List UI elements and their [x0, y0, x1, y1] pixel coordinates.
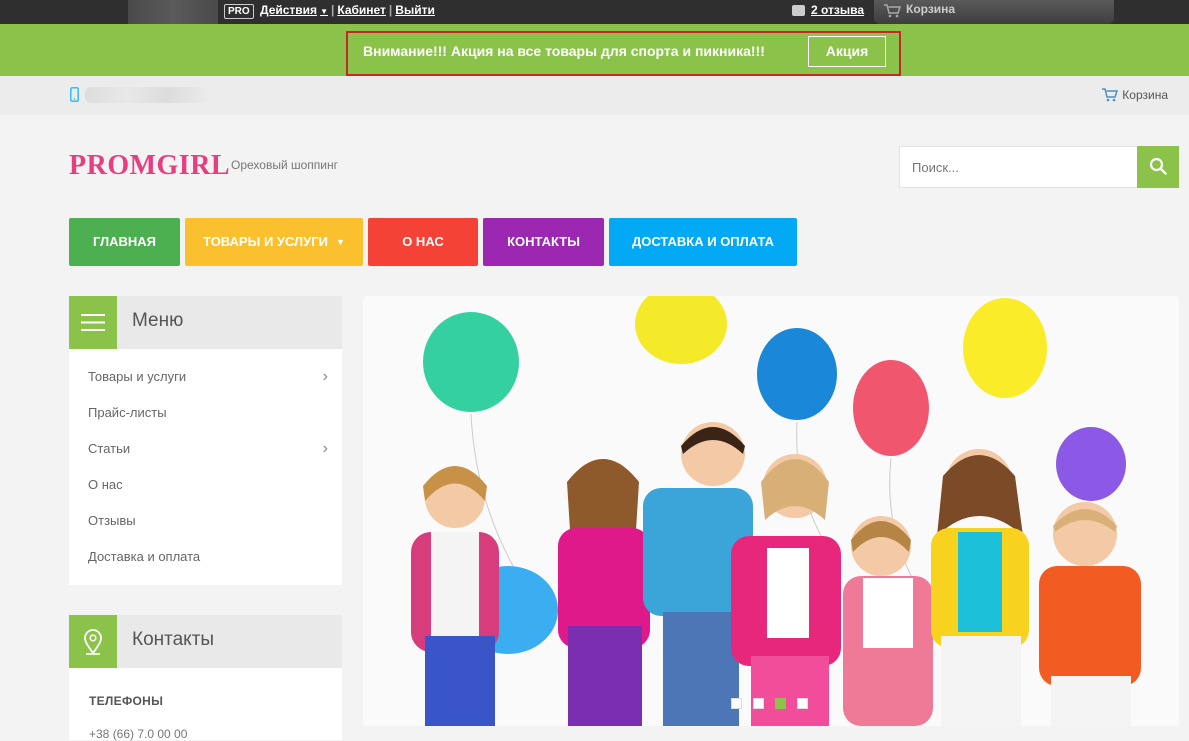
sidebar-item-delivery[interactable]: Доставка и оплата — [69, 539, 342, 575]
sidebar-item-label: Прайс-листы — [88, 405, 167, 420]
sidebar-item-label: Статьи — [88, 441, 131, 456]
logout-link[interactable]: Выйти — [395, 3, 435, 17]
chevron-right-icon: › — [322, 368, 328, 385]
sidebar-contacts-title: Контакты — [132, 629, 215, 650]
nav-contacts[interactable]: КОНТАКТЫ — [483, 218, 604, 266]
actions-menu-link[interactable]: Действия ▼ — [260, 3, 328, 17]
promo-text: Внимание!!! Акция на все товары для спор… — [363, 43, 765, 59]
sidebar-item-label: Товары и услуги — [88, 369, 187, 384]
site-tagline: Ореховый шоппинг — [231, 158, 338, 172]
search-icon — [1149, 157, 1167, 175]
admin-cart-button[interactable]: Корзина — [874, 0, 1114, 24]
promo-bar: Внимание!!! Акция на все товары для спор… — [0, 24, 1189, 76]
reviews-link[interactable]: 2 отзыва — [811, 3, 864, 17]
admin-bar: PRO Действия ▼ | Кабинет | Выйти 2 отзыва Кор… — [0, 0, 1189, 24]
sidebar-menu-list: Товары и услуги › Прайс-листы Статьи › О н… — [69, 349, 342, 575]
phone-icon — [70, 87, 79, 102]
slider-dot-1[interactable] — [731, 698, 742, 709]
sidebar-contacts-header: Контакты — [69, 615, 342, 668]
promo-button[interactable]: Акция — [808, 36, 886, 67]
actions-label: Действия — [260, 3, 318, 17]
sidebar-menu-panel: Меню Товары и услуги › Прайс-листы Статьи… — [69, 296, 342, 585]
sidebar-item-pricelists[interactable]: Прайс-листы — [69, 395, 342, 431]
nav-delivery-label: ДОСТАВКА И ОПЛАТА — [631, 234, 775, 249]
sidebar-item-label: Доставка и оплата — [88, 549, 201, 564]
sidebar-menu-title: Меню — [132, 310, 184, 331]
nav-home-label: ГЛАВНАЯ — [92, 234, 157, 249]
chevron-right-icon: › — [322, 440, 328, 457]
nav-home[interactable]: ГЛАВНАЯ — [69, 218, 180, 266]
admin-logo-blurred — [128, 0, 218, 24]
admin-links: Действия ▼ | Кабинет | Выйти — [260, 3, 435, 17]
promo-box: Внимание!!! Акция на все товары для спор… — [346, 31, 901, 76]
sidebar-item-reviews[interactable]: Отзывы — [69, 503, 342, 539]
search-button[interactable] — [1137, 146, 1179, 188]
sidebar-item-articles[interactable]: Статьи › — [69, 431, 342, 467]
nav-products-label: ТОВАРЫ И УСЛУГИ — [203, 234, 328, 249]
pro-badge: PRO — [224, 4, 254, 19]
location-pin-icon — [69, 615, 117, 668]
nav-about-label: О НАС — [402, 234, 444, 249]
nav-products[interactable]: ТОВАРЫ И УСЛУГИ ▼ — [185, 218, 363, 266]
header-cart-link[interactable]: Корзина — [1102, 88, 1168, 102]
hamburger-icon[interactable] — [69, 296, 117, 349]
header-cart-label: Корзина — [1122, 88, 1168, 102]
sidebar-item-products[interactable]: Товары и услуги › — [69, 359, 342, 395]
contact-strip: Корзина — [0, 76, 1189, 115]
hero-image — [363, 296, 1179, 726]
admin-cart-label: Корзина — [906, 2, 956, 16]
hero-slider[interactable] — [363, 296, 1179, 726]
sidebar-item-label: О нас — [88, 477, 123, 492]
reviews-block: 2 отзыва — [792, 3, 864, 17]
comment-icon — [792, 5, 805, 16]
sidebar-item-label: Отзывы — [88, 513, 136, 528]
cabinet-link[interactable]: Кабинет — [337, 3, 386, 17]
nav-delivery[interactable]: ДОСТАВКА И ОПЛАТА — [609, 218, 797, 266]
slider-dots — [731, 696, 819, 714]
sidebar-contacts-panel: Контакты ТЕЛЕФОНЫ +38 (66) 7.0 00 00 — [69, 615, 342, 741]
nav-contacts-label: КОНТАКТЫ — [507, 234, 580, 249]
site-logo[interactable]: PROMGIRL — [69, 150, 230, 182]
chevron-down-icon: ▼ — [335, 237, 345, 247]
sidebar-item-about[interactable]: О нас — [69, 467, 342, 503]
phones-heading: ТЕЛЕФОНЫ — [89, 694, 164, 708]
slider-dot-2[interactable] — [753, 698, 764, 709]
sidebar-menu-header: Меню — [69, 296, 342, 349]
slider-dot-3[interactable] — [775, 698, 786, 709]
contact-phone[interactable]: +38 (66) 7.0 00 00 — [69, 708, 342, 741]
slider-dot-4[interactable] — [797, 698, 808, 709]
phone-number-blurred — [85, 87, 210, 103]
cart-icon — [884, 4, 901, 18]
caret-down-icon: ▼ — [320, 7, 328, 16]
nav-about[interactable]: О НАС — [368, 218, 478, 266]
logo-text: PROMGIRL — [69, 150, 231, 181]
cart-icon — [1102, 88, 1119, 102]
search-input[interactable] — [899, 146, 1138, 188]
